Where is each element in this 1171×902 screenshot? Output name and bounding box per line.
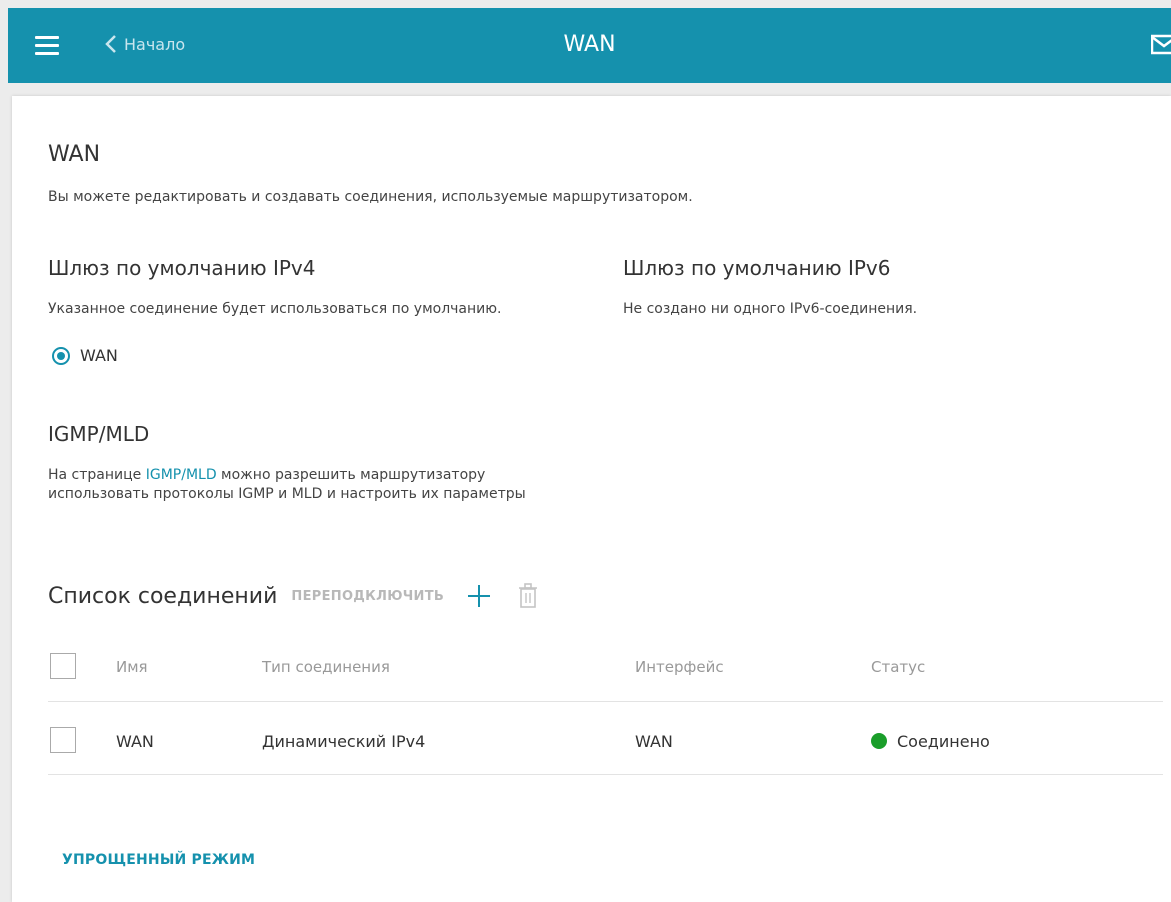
page-header-title: WAN bbox=[563, 32, 616, 57]
ipv6-gateway-description: Не создано ни одного IPv6-соединения. bbox=[623, 301, 918, 317]
ipv4-gateway-description: Указанное соединение будет использоватьс… bbox=[48, 301, 502, 317]
select-all-checkbox[interactable] bbox=[50, 653, 76, 679]
status-text: Соединено bbox=[897, 732, 990, 751]
ipv4-gateway-title: Шлюз по умолчанию IPv4 bbox=[48, 256, 316, 280]
gateway-radio-wan[interactable]: WAN bbox=[52, 346, 118, 365]
connections-header: Список соединений ПЕРЕПОДКЛЮЧИТЬ bbox=[48, 581, 538, 611]
reconnect-button[interactable]: ПЕРЕПОДКЛЮЧИТЬ bbox=[291, 589, 444, 604]
igmp-link[interactable]: IGMP/MLD bbox=[146, 467, 217, 483]
connections-title: Список соединений bbox=[48, 583, 278, 609]
column-header: Тип соединения bbox=[262, 658, 390, 676]
ipv6-gateway-title: Шлюз по умолчанию IPv6 bbox=[623, 256, 891, 280]
radio-selected-icon bbox=[52, 346, 70, 365]
row-checkbox[interactable] bbox=[50, 727, 76, 753]
top-bar: Начало WAN bbox=[8, 8, 1171, 83]
status-dot-icon bbox=[871, 733, 887, 749]
column-header: Имя bbox=[116, 658, 148, 676]
content-card: WAN Вы можете редактировать и создавать … bbox=[12, 96, 1171, 902]
cell-interface: WAN bbox=[635, 732, 673, 751]
page-title: WAN bbox=[48, 142, 101, 167]
column-header: Статус bbox=[871, 658, 926, 676]
cell-status: Соединено bbox=[871, 732, 990, 751]
page-description: Вы можете редактировать и создавать соед… bbox=[48, 189, 693, 205]
igmp-title: IGMP/MLD bbox=[48, 422, 150, 446]
igmp-text: На странице bbox=[48, 467, 146, 483]
simple-mode-link[interactable]: УПРОЩЕННЫЙ РЕЖИМ bbox=[62, 852, 255, 868]
connections-table: Имя Тип соединения Интерфейс Статус WAN … bbox=[48, 648, 1163, 775]
radio-label: WAN bbox=[80, 346, 118, 365]
column-header: Интерфейс bbox=[635, 658, 724, 676]
plus-icon[interactable] bbox=[464, 581, 494, 611]
igmp-description: На странице IGMP/MLD можно разрешить мар… bbox=[48, 466, 588, 504]
cell-name: WAN bbox=[116, 732, 154, 751]
table-header-row: Имя Тип соединения Интерфейс Статус bbox=[48, 648, 1163, 702]
mail-icon[interactable] bbox=[1151, 34, 1171, 56]
trash-icon[interactable] bbox=[518, 583, 538, 609]
cell-type: Динамический IPv4 bbox=[262, 732, 426, 751]
table-row[interactable]: WAN Динамический IPv4 WAN Соединено bbox=[48, 702, 1163, 775]
